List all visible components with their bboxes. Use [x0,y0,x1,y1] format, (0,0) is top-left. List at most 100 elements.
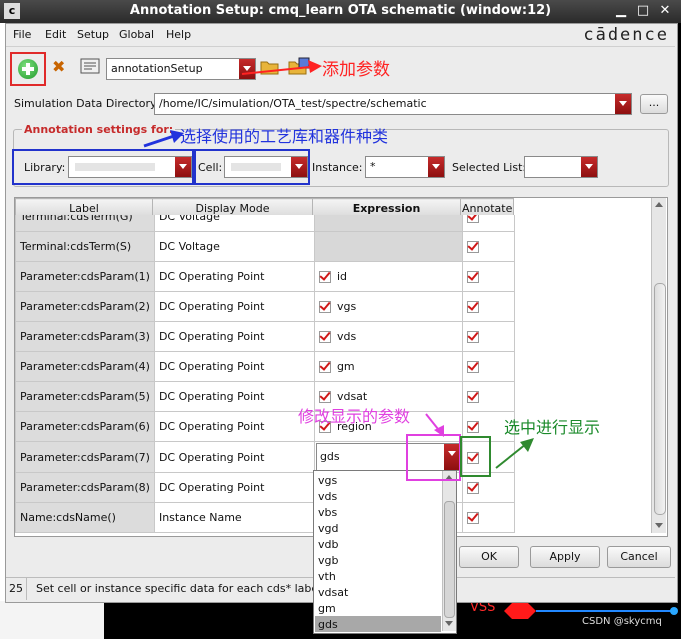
chevron-down-icon[interactable] [615,94,631,114]
table-row[interactable]: Parameter:cdsParam(5) DC Operating Point… [15,381,515,412]
scroll-down-icon[interactable] [445,621,453,626]
maximize-icon[interactable]: □ [634,2,652,20]
instance-value: * [370,160,376,173]
checkbox-checked[interactable] [466,241,479,253]
apply-button[interactable]: Apply [530,546,600,568]
row-expression[interactable]: id [313,261,463,292]
row-mode[interactable]: DC Operating Point [153,291,315,322]
table-row[interactable]: Terminal:cdsTerm(G) DC Voltage [15,215,515,232]
menu-file[interactable]: File [13,28,31,41]
ok-button[interactable]: OK [459,546,519,568]
checkbox-checked[interactable] [466,391,479,403]
menu-edit[interactable]: Edit [45,28,66,41]
row-mode[interactable]: DC Operating Point [153,472,315,503]
menu-help[interactable]: Help [166,28,191,41]
row-mode[interactable]: DC Operating Point [153,261,315,292]
chevron-down-icon[interactable] [428,157,444,177]
expr-value: vds [336,330,357,343]
checkbox-checked[interactable] [318,301,331,313]
dropdown-highlight [406,434,461,481]
row-mode[interactable]: DC Operating Point [153,351,315,382]
option-item[interactable]: vgd [318,522,338,535]
table-row[interactable]: Parameter:cdsParam(3) DC Operating Point… [15,321,515,352]
chevron-down-icon[interactable] [291,157,307,177]
option-item[interactable]: vdsat [318,586,348,599]
library-value-blurred [75,163,155,171]
instance-select[interactable]: * [365,156,445,178]
checkbox-checked[interactable] [466,331,479,343]
options-scrollbar[interactable] [442,471,456,631]
row-mode[interactable]: DC Operating Point [153,411,315,442]
row-annotate[interactable] [461,261,515,292]
row-annotate[interactable] [461,502,515,533]
row-annotate[interactable] [461,291,515,322]
row-expression[interactable]: vds [313,321,463,352]
cancel-button[interactable]: Cancel [607,546,671,568]
expr-value: vgs [336,300,357,313]
table-row[interactable]: Terminal:cdsTerm(S) DC Voltage [15,231,515,262]
checkbox-checked[interactable] [318,331,331,343]
checkbox-checked[interactable] [466,301,479,313]
close-icon[interactable]: ✕ [656,2,674,20]
checkbox-checked[interactable] [466,512,479,524]
row-annotate[interactable] [461,381,515,412]
checkbox-checked[interactable] [318,391,331,403]
option-item[interactable]: vds [318,490,337,503]
row-expression[interactable]: vgs [313,291,463,322]
row-expression[interactable]: gm [313,351,463,382]
minimize-icon[interactable]: ▁ [612,2,630,20]
expression-select-value: gds [319,450,340,463]
expression-options-list[interactable]: vgs vds vbs vgd vdb vgb vth vdsat gm gds [313,470,457,634]
checkbox-checked[interactable] [318,361,331,373]
library-select[interactable] [68,156,192,178]
scroll-thumb[interactable] [654,283,666,515]
cell-select[interactable] [224,156,308,178]
option-item[interactable]: vbs [318,506,337,519]
row-annotate[interactable] [461,351,515,382]
menu-setup[interactable]: Setup [77,28,109,41]
selected-list-select[interactable] [524,156,598,178]
option-item[interactable]: gm [318,602,336,615]
setup-select[interactable]: annotationSetup [106,58,256,80]
chevron-down-icon[interactable] [175,157,191,177]
option-item[interactable]: vdb [318,538,338,551]
setup-select-value: annotationSetup [111,62,203,75]
row-mode[interactable]: DC Voltage [153,215,315,232]
row-annotate[interactable] [461,231,515,262]
row-mode[interactable]: DC Operating Point [153,441,315,473]
table-row[interactable]: Parameter:cdsParam(1) DC Operating Point… [15,261,515,292]
selected-list-label: Selected List: [452,161,527,174]
instance-label: Instance: [312,161,363,174]
row-label: Name:cdsName() [15,502,155,533]
row-annotate[interactable] [461,472,515,503]
option-item[interactable]: vgs [318,474,337,487]
menu-global[interactable]: Global [119,28,154,41]
row-annotate[interactable] [461,321,515,352]
checkbox-checked[interactable] [466,361,479,373]
scroll-up-icon[interactable] [655,202,663,207]
checkbox-checked[interactable] [466,482,479,494]
row-annotate[interactable] [461,215,515,232]
row-mode[interactable]: DC Operating Point [153,381,315,412]
option-item[interactable]: vgb [318,554,338,567]
option-item-selected[interactable]: gds [318,618,338,631]
add-icon[interactable] [18,59,38,79]
sim-dir-select[interactable]: /home/IC/simulation/OTA_test/spectre/sch… [154,93,632,115]
chevron-down-icon[interactable] [581,157,597,177]
note-icon[interactable] [80,58,100,76]
checkbox-checked[interactable] [466,271,479,283]
table-scrollbar[interactable] [651,198,666,533]
scroll-down-icon[interactable] [655,523,663,528]
row-mode[interactable]: DC Operating Point [153,321,315,352]
table-row[interactable]: Parameter:cdsParam(4) DC Operating Point… [15,351,515,382]
checkbox-checked[interactable] [466,421,479,433]
row-mode[interactable]: Instance Name [153,502,315,533]
row-mode[interactable]: DC Voltage [153,231,315,262]
table-row[interactable]: Parameter:cdsParam(2) DC Operating Point… [15,291,515,322]
option-item[interactable]: vth [318,570,336,583]
checkbox-checked[interactable] [318,271,331,283]
scroll-thumb[interactable] [444,501,455,618]
checkbox-checked[interactable] [466,215,479,223]
browse-button[interactable]: ... [640,94,668,114]
delete-icon[interactable]: ✖ [52,57,68,76]
